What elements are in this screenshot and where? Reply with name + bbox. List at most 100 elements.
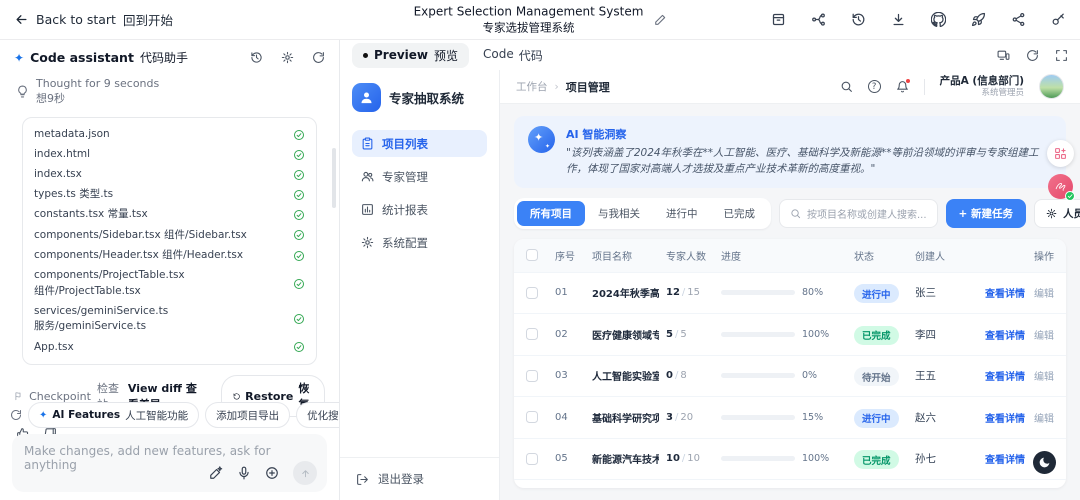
file-row[interactable]: index.html bbox=[34, 145, 305, 165]
filter-tab[interactable]: 进行中 bbox=[653, 201, 711, 226]
filter-controls: 所有项目 与我相关 进行中 已完成 按项目名称或创建人搜索... + 新建任务 bbox=[514, 198, 1066, 229]
file-name: components/Header.tsx 组件/Header.tsx bbox=[34, 248, 243, 264]
breadcrumb-workbench[interactable]: 工作台 bbox=[516, 79, 548, 94]
archive-icon[interactable] bbox=[771, 12, 786, 27]
file-row[interactable]: types.ts 类型.ts bbox=[34, 185, 305, 205]
edit-link[interactable]: 编辑 bbox=[1034, 327, 1054, 342]
help-icon[interactable]: ? bbox=[868, 80, 881, 93]
chip-ai-features[interactable]: ✦ AI Features 人工智能功能 bbox=[28, 402, 199, 428]
view-details-link[interactable]: 查看详情 bbox=[985, 410, 1025, 425]
breadcrumb: 工作台 › 项目管理 bbox=[516, 79, 610, 95]
refresh-icon[interactable] bbox=[312, 51, 325, 64]
responsive-devices-icon[interactable] bbox=[997, 49, 1010, 62]
tab-preview[interactable]: Preview预览 bbox=[352, 43, 469, 68]
logout-button[interactable]: 退出登录 bbox=[340, 457, 499, 500]
table-row: 02 医疗健康领域专项抽取计划 5/5 100% 已完成 李四 bbox=[514, 313, 1066, 355]
avatar[interactable] bbox=[1039, 74, 1064, 99]
scribble-icon bbox=[1054, 180, 1067, 193]
expert-count: 3/20 bbox=[666, 412, 714, 423]
sidebar-menu-item[interactable]: 专家管理 bbox=[352, 163, 487, 190]
table-header-row: 序号 项目名称 专家人数 进度 状态 创建人 操作 bbox=[514, 239, 1066, 272]
app-header: 工作台 › 项目管理 ? 产品A (信息部门) 系统管理员 bbox=[500, 70, 1080, 104]
share-icon[interactable] bbox=[1011, 12, 1026, 27]
notifications-bell-icon[interactable] bbox=[896, 80, 909, 93]
thought-summary[interactable]: Thought for 9 seconds 想9秒 bbox=[0, 71, 339, 107]
sidebar-menu-item[interactable]: 统计报表 bbox=[352, 196, 487, 223]
row-checkbox[interactable] bbox=[526, 370, 538, 382]
file-row[interactable]: components/ProjectTable.tsx 组件/ProjectTa… bbox=[34, 266, 305, 302]
file-row[interactable]: components/Sidebar.tsx 组件/Sidebar.tsx bbox=[34, 225, 305, 245]
history-icon[interactable] bbox=[851, 12, 866, 27]
progress-track bbox=[721, 373, 795, 378]
sidebar-menu-item[interactable]: 项目列表 bbox=[352, 130, 487, 157]
edit-link[interactable]: 编辑 bbox=[1034, 285, 1054, 300]
view-details-link[interactable]: 查看详情 bbox=[985, 368, 1025, 383]
staffing-config-button[interactable]: 人员配置 bbox=[1034, 199, 1080, 228]
filter-tab[interactable]: 与我相关 bbox=[585, 201, 653, 226]
fullscreen-icon[interactable] bbox=[1055, 49, 1068, 62]
refresh-suggestions-icon[interactable] bbox=[10, 409, 22, 421]
tab-code[interactable]: Code代码 bbox=[483, 47, 543, 64]
fork-icon[interactable] bbox=[811, 12, 826, 27]
view-details-link[interactable]: 查看详情 bbox=[985, 285, 1025, 300]
sparkle-icon: ✦ bbox=[39, 410, 47, 421]
file-row[interactable]: constants.tsx 常量.tsx bbox=[34, 205, 305, 225]
row-checkbox[interactable] bbox=[526, 328, 538, 340]
row-checkbox[interactable] bbox=[526, 411, 538, 423]
deploy-rocket-icon[interactable] bbox=[971, 12, 986, 27]
chat-history-icon[interactable] bbox=[250, 51, 263, 64]
microphone-icon[interactable] bbox=[237, 466, 251, 480]
creator-name: 赵六 bbox=[915, 410, 961, 425]
edit-link[interactable]: 编辑 bbox=[1034, 410, 1054, 425]
breadcrumb-project-management: 项目管理 bbox=[566, 79, 610, 95]
file-row[interactable]: index.tsx bbox=[34, 165, 305, 185]
reload-preview-icon[interactable] bbox=[1026, 49, 1039, 62]
progress-label: 15% bbox=[802, 412, 823, 423]
chat-input[interactable]: Make changes, add new features, ask for … bbox=[12, 434, 327, 492]
file-name: services/geminiService.ts bbox=[34, 304, 168, 320]
api-key-icon[interactable] bbox=[1051, 12, 1066, 27]
progress-cell: 15% bbox=[721, 412, 847, 423]
file-row[interactable]: App.tsx bbox=[34, 337, 305, 357]
chip-add-export[interactable]: 添加项目导出 bbox=[205, 402, 290, 428]
user-menu[interactable]: 产品A (信息部门) 系统管理员 bbox=[940, 75, 1024, 99]
select-all-checkbox[interactable] bbox=[526, 249, 538, 261]
file-name: components/Sidebar.tsx 组件/Sidebar.tsx bbox=[34, 228, 247, 244]
table-row: 05 新能源汽车技术革新专家组 10/10 100% 已完成 孙七 bbox=[514, 438, 1066, 480]
github-icon[interactable] bbox=[931, 12, 946, 27]
view-details-link[interactable]: 查看详情 bbox=[985, 327, 1025, 342]
project-search-input[interactable]: 按项目名称或创建人搜索... bbox=[779, 199, 938, 228]
download-icon[interactable] bbox=[891, 12, 906, 27]
file-row[interactable]: components/Header.tsx 组件/Header.tsx bbox=[34, 245, 305, 265]
new-task-button[interactable]: + 新建任务 bbox=[946, 199, 1026, 228]
check-circle-icon bbox=[293, 341, 305, 353]
app-sidebar: 专家抽取系统 项目列表 专家管理 统计报表 bbox=[340, 70, 500, 500]
send-button[interactable] bbox=[293, 461, 317, 485]
search-icon[interactable] bbox=[840, 80, 853, 93]
chip-optimize-search[interactable]: 优化搜索功能 bbox=[296, 402, 340, 428]
scrollbar-thumb[interactable] bbox=[332, 148, 336, 208]
edit-title-pencil-icon[interactable] bbox=[653, 13, 666, 26]
floating-extension-badge[interactable] bbox=[1048, 174, 1073, 199]
dark-mode-toggle[interactable] bbox=[1033, 451, 1056, 474]
enhance-prompt-icon[interactable] bbox=[209, 466, 223, 480]
row-checkbox[interactable] bbox=[526, 453, 538, 465]
menu-item-label: 项目列表 bbox=[382, 136, 428, 152]
file-row[interactable]: services/geminiService.ts 服务/geminiServi… bbox=[34, 301, 305, 337]
view-details-link[interactable]: 查看详情 bbox=[985, 451, 1025, 466]
file-name: App.tsx bbox=[34, 340, 74, 356]
status-badge: 进行中 bbox=[854, 409, 899, 428]
restore-icon bbox=[233, 391, 240, 402]
file-row[interactable]: metadata.json bbox=[34, 125, 305, 145]
filter-tab[interactable]: 所有项目 bbox=[517, 201, 585, 226]
floating-widget-button[interactable] bbox=[1047, 140, 1074, 167]
sidebar-menu-item[interactable]: 系统配置 bbox=[352, 229, 487, 256]
search-icon bbox=[790, 208, 801, 219]
edit-link[interactable]: 编辑 bbox=[1034, 368, 1054, 383]
attach-plus-icon[interactable] bbox=[265, 466, 279, 480]
filter-tab[interactable]: 已完成 bbox=[711, 201, 769, 226]
back-to-start-button[interactable]: Back to start 回到开始 bbox=[14, 10, 173, 29]
settings-gear-icon[interactable] bbox=[281, 51, 294, 64]
row-number: 02 bbox=[555, 329, 585, 340]
row-checkbox[interactable] bbox=[526, 287, 538, 299]
